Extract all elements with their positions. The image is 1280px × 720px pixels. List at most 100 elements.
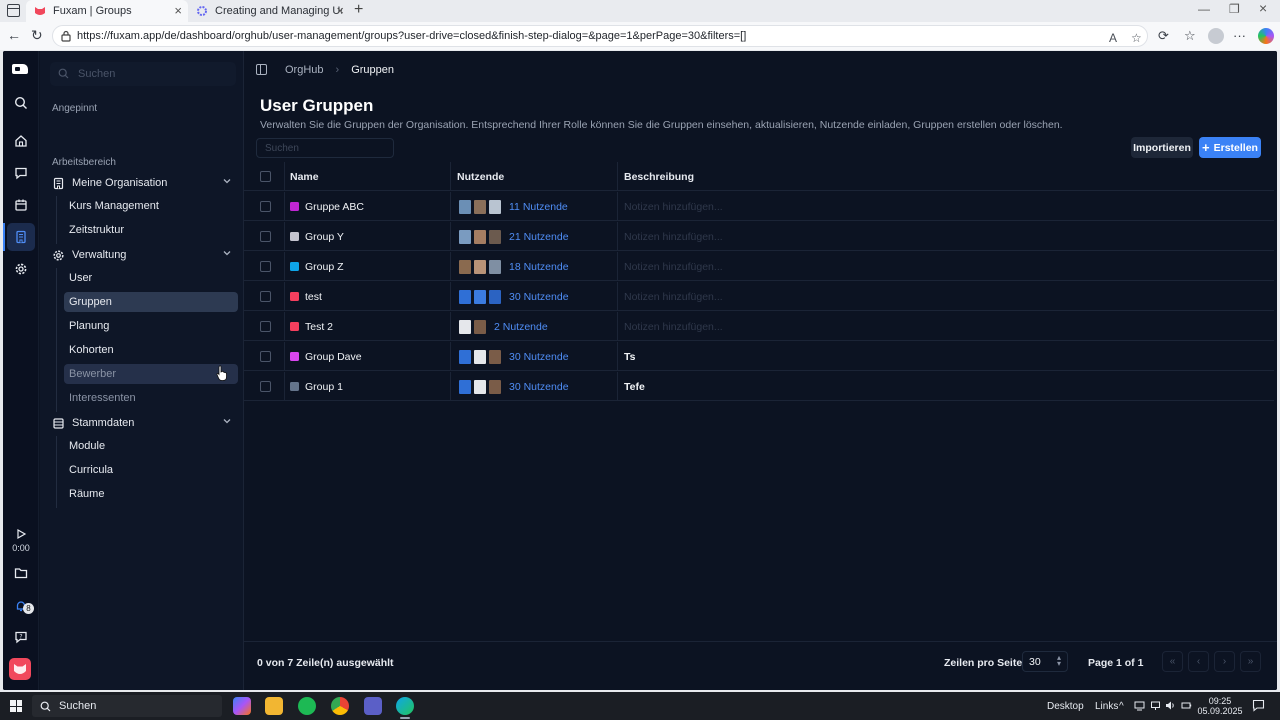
group-name[interactable]: Group Y [305,231,344,243]
users-count-link[interactable]: 21 Nutzende [509,231,569,243]
tab-fuxam-groups[interactable]: Fuxam | Groups × [26,0,188,22]
taskbar-clock[interactable]: 09:25 05.09.2025 [1196,696,1244,716]
restore-icon[interactable]: ❐ [1229,2,1240,16]
collections-icon[interactable]: ☆ [1184,28,1196,44]
table-row[interactable]: Group 1 30 Nutzende Tefe [244,372,1274,401]
volume-icon[interactable] [1165,700,1176,711]
sidebar-toggle-icon[interactable] [256,64,267,75]
help-icon[interactable]: ? [7,623,35,651]
teams-icon[interactable] [364,697,382,715]
group-name[interactable]: test [305,291,322,303]
users-count-link[interactable]: 30 Nutzende [509,381,569,393]
import-button[interactable]: Importieren [1131,137,1193,158]
microsoft365-icon[interactable] [233,697,251,715]
group-name[interactable]: Group Z [305,261,344,273]
chevron-down-icon[interactable] [222,416,232,426]
row-checkbox[interactable] [260,291,271,302]
column-header-name[interactable]: Name [290,171,319,183]
tab-close-icon[interactable]: × [174,3,182,18]
sidebar-item-curricula[interactable]: Curricula [64,460,238,480]
column-header-users[interactable]: Nutzende [457,171,504,183]
row-checkbox[interactable] [260,351,271,362]
group-name[interactable]: Group 1 [305,381,343,393]
group-description[interactable]: Tefe [624,381,645,393]
minimize-icon[interactable]: — [1198,2,1210,16]
notifications-center-icon[interactable] [1252,699,1265,712]
users-count-link[interactable]: 2 Nutzende [494,321,548,333]
close-window-icon[interactable]: × [1259,0,1267,16]
previous-page-icon[interactable]: ‹ [1188,651,1209,672]
group-description[interactable]: Notizen hinzufügen... [624,291,723,303]
table-row[interactable]: Group Y 21 Nutzende Notizen hinzufügen..… [244,222,1274,251]
copilot-icon[interactable] [1258,28,1274,44]
settings-icon[interactable] [7,255,35,283]
sidebar-item-raeume[interactable]: Räume [64,484,238,504]
extensions-icon[interactable]: ⟳ [1158,28,1169,44]
row-checkbox[interactable] [260,201,271,212]
column-header-description[interactable]: Beschreibung [624,171,694,183]
chat-icon[interactable] [7,159,35,187]
group-description[interactable]: Notizen hinzufügen... [624,201,723,213]
sidebar-item-interessenten[interactable]: Interessenten [64,388,238,408]
users-count-link[interactable]: 30 Nutzende [509,351,569,363]
tab-close-icon[interactable]: × [336,3,344,18]
more-menu-icon[interactable]: ··· [1233,28,1246,43]
taskbar-search[interactable]: Suchen [32,695,222,717]
users-count-link[interactable]: 11 Nutzende [509,201,568,213]
tab-creating-managing[interactable]: Creating and Managing User Gro × [188,0,350,22]
group-description[interactable]: Notizen hinzufügen... [624,231,723,243]
table-row[interactable]: Test 2 2 Nutzende Notizen hinzufügen... [244,312,1274,341]
users-count-link[interactable]: 30 Nutzende [509,291,569,303]
group-name[interactable]: Group Dave [305,351,362,363]
edge-icon[interactable] [396,697,414,715]
first-page-icon[interactable]: « [1162,651,1183,672]
desktop-toolbar-label[interactable]: Desktop [1047,701,1084,712]
breadcrumb-orghub[interactable]: OrgHub [285,64,324,76]
sidebar-search-input[interactable] [78,66,228,82]
sidebar-item-gruppen[interactable]: Gruppen [64,292,238,312]
row-checkbox[interactable] [260,231,271,242]
windows-start-icon[interactable] [10,700,22,712]
orghub-icon[interactable] [7,223,35,251]
sidebar-item-bewerber[interactable]: Bewerber [64,364,238,384]
network-icon[interactable] [1150,700,1161,711]
group-description[interactable]: Ts [624,351,635,363]
chevron-down-icon[interactable] [222,176,232,186]
table-search-input[interactable] [257,139,393,157]
sidebar-group-verwaltung[interactable]: Verwaltung [48,244,236,266]
url-field[interactable]: https://fuxam.app/de/dashboard/orghub/us… [52,25,1148,47]
calendar-icon[interactable] [7,191,35,219]
rows-per-page-select[interactable]: 30 ▴ ▾ [1022,651,1068,672]
home-icon[interactable] [7,127,35,155]
chrome-icon[interactable] [331,697,349,715]
links-toolbar-label[interactable]: Links [1095,701,1118,712]
group-description[interactable]: Notizen hinzufügen... [624,261,723,273]
table-row[interactable]: Group Dave 30 Nutzende Ts [244,342,1274,371]
table-search[interactable] [256,138,394,158]
new-tab-icon[interactable]: + [354,1,363,19]
file-explorer-icon[interactable] [265,697,283,715]
profile-avatar[interactable] [1208,28,1224,44]
row-checkbox[interactable] [260,381,271,392]
select-all-checkbox[interactable] [260,171,271,182]
sidebar-item-zeitstruktur[interactable]: Zeitstruktur [64,220,238,240]
table-row[interactable]: test 30 Nutzende Notizen hinzufügen... [244,282,1274,311]
row-checkbox[interactable] [260,321,271,332]
create-button[interactable]: + Erstellen [1199,137,1261,158]
display-icon[interactable] [1134,700,1145,711]
folder-icon[interactable] [7,559,35,587]
site-info-icon[interactable] [61,30,71,42]
table-row[interactable]: Gruppe ABC 11 Nutzende Notizen hinzufüge… [244,192,1274,221]
group-name[interactable]: Gruppe ABC [305,201,364,213]
last-page-icon[interactable]: » [1240,651,1261,672]
sidebar-item-kohorten[interactable]: Kohorten [64,340,238,360]
battery-icon[interactable] [1181,700,1192,711]
table-row[interactable]: Group Z 18 Nutzende Notizen hinzufügen..… [244,252,1274,281]
spotify-icon[interactable] [298,697,316,715]
sidebar-group-meine-organisation[interactable]: Meine Organisation [48,172,236,194]
sidebar-item-kurs-management[interactable]: Kurs Management [64,196,238,216]
tab-actions-icon[interactable] [7,4,20,17]
read-aloud-icon[interactable]: A [1109,31,1117,45]
back-icon[interactable]: ← [7,27,21,43]
sidebar-item-user[interactable]: User [64,268,238,288]
